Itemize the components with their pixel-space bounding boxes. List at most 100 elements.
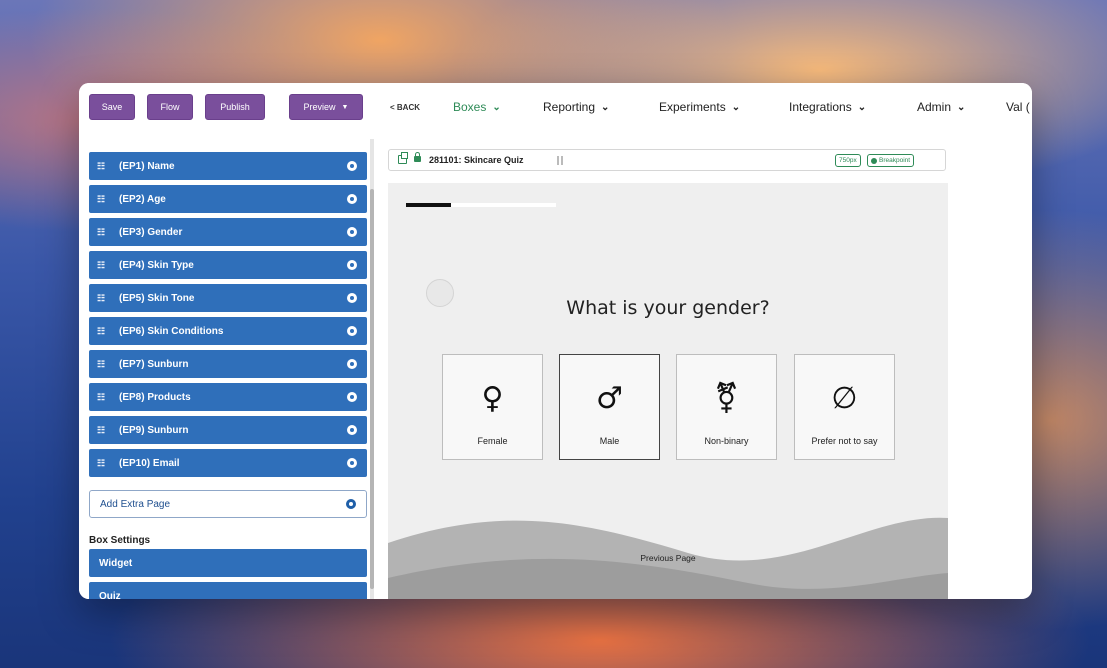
chevron-down-icon: ⌄ bbox=[857, 101, 867, 113]
caret-down-icon: ▼ bbox=[341, 103, 349, 111]
preview-label: Preview bbox=[303, 102, 336, 112]
page-item-ep6[interactable]: ☷ (EP6) Skin Conditions bbox=[89, 317, 367, 345]
width-badge[interactable]: 750px bbox=[835, 154, 861, 167]
nav-reporting[interactable]: Reporting ⌄ bbox=[543, 97, 609, 117]
grid-drag-icon[interactable]: ☷ bbox=[97, 194, 111, 205]
page-item-label: (EP10) Email bbox=[119, 457, 180, 469]
circle-icon[interactable] bbox=[347, 458, 357, 468]
settings-item-quiz[interactable]: Quiz bbox=[89, 582, 367, 599]
circle-icon[interactable] bbox=[347, 326, 357, 336]
breakpoint-label: Breakpoint bbox=[879, 157, 911, 164]
male-symbol-icon: ♂ bbox=[596, 381, 623, 416]
circle-icon[interactable] bbox=[347, 425, 357, 435]
option-non-binary[interactable]: ⚧ Non-binary bbox=[676, 354, 777, 460]
publish-button[interactable]: Publish bbox=[205, 94, 265, 120]
grid-drag-icon[interactable]: ☷ bbox=[97, 293, 111, 304]
quiz-progress-bar bbox=[406, 203, 556, 207]
chevron-down-icon: ⌄ bbox=[601, 101, 610, 113]
option-label: Non-binary bbox=[704, 436, 749, 446]
page-item-label: (EP2) Age bbox=[119, 193, 166, 205]
option-male[interactable]: ♂ Male bbox=[559, 354, 660, 460]
nav-boxes-label: Boxes bbox=[453, 100, 487, 114]
chevron-down-icon: ⌄ bbox=[731, 101, 741, 113]
pause-icon[interactable] bbox=[557, 156, 563, 165]
nav-user-menu[interactable]: Val ( bbox=[1006, 97, 1030, 117]
nav-admin-label: Admin bbox=[917, 100, 952, 114]
grid-drag-icon[interactable]: ☷ bbox=[97, 392, 111, 403]
copy-icon[interactable] bbox=[398, 152, 408, 164]
nav-boxes[interactable]: Boxes ⌄ bbox=[453, 97, 501, 117]
circle-icon[interactable] bbox=[347, 194, 357, 204]
circle-icon[interactable] bbox=[347, 227, 357, 237]
option-label: Male bbox=[599, 436, 620, 446]
page-item-label: (EP7) Sunburn bbox=[119, 358, 189, 370]
nav-admin[interactable]: Admin ⌄ bbox=[917, 97, 965, 117]
grid-drag-icon[interactable]: ☷ bbox=[97, 227, 111, 238]
grid-drag-icon[interactable]: ☷ bbox=[97, 260, 111, 271]
empty-set-icon: ∅ bbox=[831, 381, 858, 416]
chevron-down-icon: ⌄ bbox=[957, 101, 966, 113]
page-item-ep3[interactable]: ☷ (EP3) Gender bbox=[89, 218, 367, 246]
option-prefer-not-to-say[interactable]: ∅ Prefer not to say bbox=[794, 354, 895, 460]
circle-icon[interactable] bbox=[347, 392, 357, 402]
decorative-wave bbox=[388, 517, 948, 599]
quiz-progress-fill bbox=[406, 203, 451, 207]
nav-experiments-label: Experiments bbox=[659, 100, 726, 114]
page-item-ep7[interactable]: ☷ (EP7) Sunburn bbox=[89, 350, 367, 378]
circle-icon[interactable] bbox=[347, 260, 357, 270]
page-item-label: (EP1) Name bbox=[119, 160, 175, 172]
preview-canvas: What is your gender? ♀ Female ♂ Male ⚧ N… bbox=[388, 183, 948, 599]
page-item-label: (EP5) Skin Tone bbox=[119, 292, 195, 304]
top-toolbar: Save Flow Publish Preview ▼ < BACK Boxes… bbox=[79, 83, 1032, 139]
page-item-label: (EP8) Products bbox=[119, 391, 191, 403]
page-item-ep2[interactable]: ☷ (EP2) Age bbox=[89, 185, 367, 213]
add-extra-page-label: Add Extra Page bbox=[100, 498, 171, 510]
app-window: Save Flow Publish Preview ▼ < BACK Boxes… bbox=[79, 83, 1032, 599]
grid-drag-icon[interactable]: ☷ bbox=[97, 425, 111, 436]
breakpoint-badge[interactable]: Breakpoint bbox=[867, 154, 915, 167]
save-button[interactable]: Save bbox=[89, 94, 135, 120]
previous-page-link[interactable]: Previous Page bbox=[388, 553, 948, 563]
circle-icon[interactable] bbox=[347, 161, 357, 171]
question-heading: What is your gender? bbox=[566, 297, 770, 319]
page-item-ep10[interactable]: ☷ (EP10) Email bbox=[89, 449, 367, 477]
sidebar-scrollbar-thumb[interactable] bbox=[370, 189, 374, 589]
grid-drag-icon[interactable]: ☷ bbox=[97, 359, 111, 370]
page-item-label: (EP4) Skin Type bbox=[119, 259, 194, 271]
preview-dropdown-button[interactable]: Preview ▼ bbox=[289, 94, 363, 120]
option-female[interactable]: ♀ Female bbox=[442, 354, 543, 460]
unlock-icon[interactable] bbox=[414, 152, 421, 162]
add-circle-icon[interactable] bbox=[346, 499, 356, 509]
page-item-ep5[interactable]: ☷ (EP5) Skin Tone bbox=[89, 284, 367, 312]
page-item-ep4[interactable]: ☷ (EP4) Skin Type bbox=[89, 251, 367, 279]
box-settings-heading: Box Settings bbox=[89, 535, 151, 546]
page-item-label: (EP9) Sunburn bbox=[119, 424, 189, 436]
flow-button[interactable]: Flow bbox=[147, 94, 193, 120]
box-title: 281101: Skincare Quiz bbox=[429, 155, 524, 165]
grid-drag-icon[interactable]: ☷ bbox=[97, 458, 111, 469]
circle-icon[interactable] bbox=[347, 359, 357, 369]
female-symbol-icon: ♀ bbox=[481, 381, 504, 416]
back-link[interactable]: < BACK bbox=[390, 97, 420, 117]
chevron-down-icon: ⌄ bbox=[492, 101, 501, 113]
transgender-symbol-icon: ⚧ bbox=[713, 381, 740, 416]
nav-experiments[interactable]: Experiments ⌄ bbox=[659, 97, 740, 117]
option-label: Prefer not to say bbox=[811, 436, 878, 446]
settings-item-widget[interactable]: Widget bbox=[89, 549, 367, 577]
option-label: Female bbox=[477, 436, 508, 446]
nav-reporting-label: Reporting bbox=[543, 100, 596, 114]
grid-drag-icon[interactable]: ☷ bbox=[97, 161, 111, 172]
breakpoint-dot-icon bbox=[871, 157, 877, 164]
left-panel: ☷ (EP1) Name ☷ (EP2) Age ☷ (EP3) Gender … bbox=[79, 139, 379, 599]
circle-icon[interactable] bbox=[347, 293, 357, 303]
page-item-label: (EP6) Skin Conditions bbox=[119, 325, 224, 337]
page-item-label: (EP3) Gender bbox=[119, 226, 183, 238]
page-item-ep1[interactable]: ☷ (EP1) Name bbox=[89, 152, 367, 180]
grid-drag-icon[interactable]: ☷ bbox=[97, 326, 111, 337]
page-item-ep9[interactable]: ☷ (EP9) Sunburn bbox=[89, 416, 367, 444]
add-extra-page-button[interactable]: Add Extra Page bbox=[89, 490, 367, 518]
nav-integrations-label: Integrations bbox=[789, 100, 852, 114]
nav-integrations[interactable]: Integrations ⌄ bbox=[789, 97, 866, 117]
editor-header: 281101: Skincare Quiz 750px Breakpoint bbox=[388, 149, 946, 171]
page-item-ep8[interactable]: ☷ (EP8) Products bbox=[89, 383, 367, 411]
